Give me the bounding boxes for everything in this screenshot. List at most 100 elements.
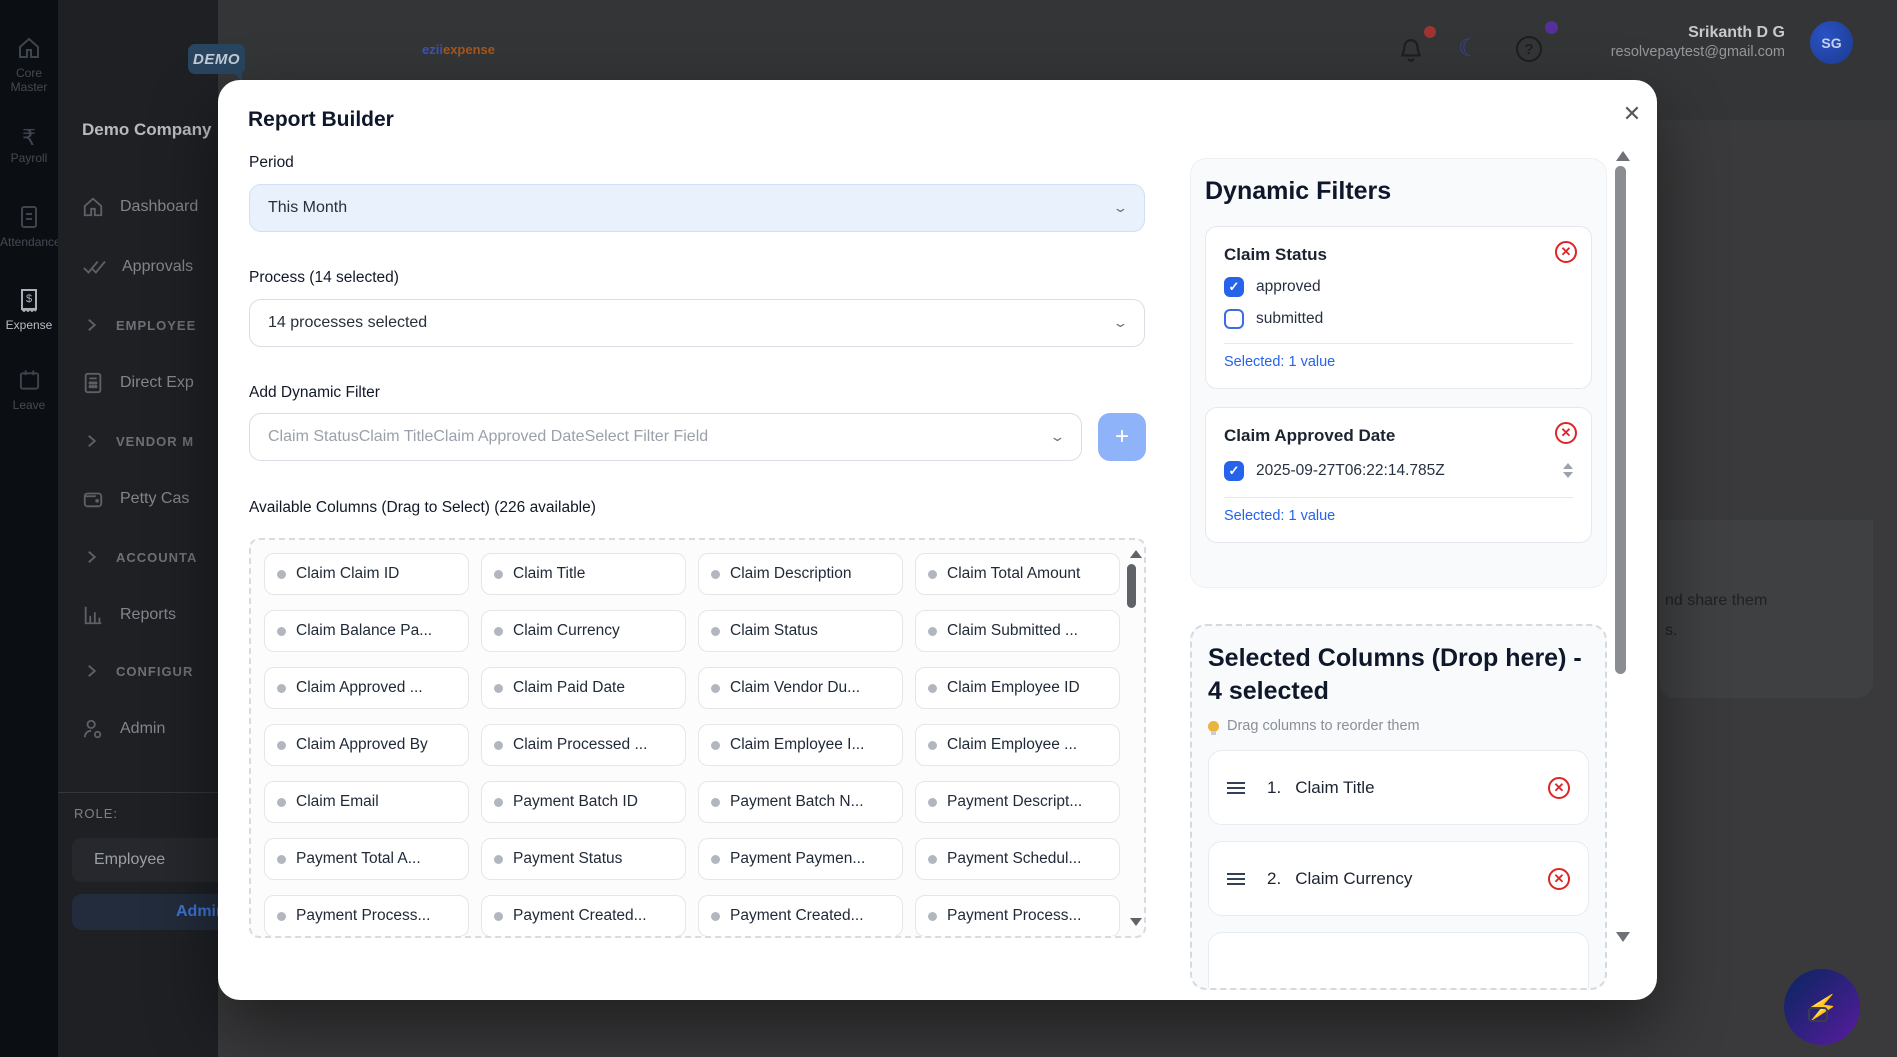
process-label: Process (14 selected) [249, 269, 399, 287]
modal-scrollbar-thumb[interactable] [1615, 166, 1626, 674]
remove-column-icon[interactable]: ✕ [1548, 777, 1570, 799]
sidebar-group-configur[interactable]: CONFIGUR [82, 662, 218, 680]
remove-column-icon[interactable]: ✕ [1548, 868, 1570, 890]
column-chip[interactable]: Claim Processed ... [481, 724, 686, 766]
column-chip[interactable]: Claim Submitted ... [915, 610, 1120, 652]
column-chip[interactable]: Payment Process... [264, 895, 469, 937]
column-chip[interactable]: Claim Vendor Du... [698, 667, 903, 709]
column-chip[interactable]: Claim Total Amount [915, 553, 1120, 595]
column-chip-label: Claim Title [513, 565, 585, 583]
available-columns-label: Available Columns (Drag to Select) (226 … [249, 499, 596, 517]
drag-dot-icon [494, 741, 503, 750]
remove-filter-icon[interactable]: ✕ [1555, 422, 1577, 444]
rail-item-leave[interactable]: Leave [0, 368, 58, 412]
filter-option-label: approved [1256, 278, 1321, 296]
column-chip[interactable]: Payment Created... [481, 895, 686, 937]
column-chip-label: Payment Descript... [947, 793, 1082, 811]
avatar[interactable]: SG [1810, 21, 1853, 64]
grid-scroll-down-icon[interactable] [1130, 918, 1142, 932]
help-icon[interactable]: ? [1516, 36, 1542, 62]
chevron-right-icon [82, 548, 100, 566]
remove-filter-icon[interactable]: ✕ [1555, 241, 1577, 263]
selected-column-item[interactable]: 1. Claim Title ✕ [1208, 750, 1589, 825]
drag-handle-icon[interactable] [1227, 779, 1245, 797]
rail-item-attendance[interactable]: Attendance [0, 205, 58, 249]
selected-column-item[interactable]: 2. Claim Currency ✕ [1208, 841, 1589, 916]
double-check-icon [82, 256, 106, 278]
column-chip[interactable]: Claim Description [698, 553, 903, 595]
column-chip[interactable]: Claim Status [698, 610, 903, 652]
dynamic-filter-select[interactable]: Claim StatusClaim TitleClaim Approved Da… [249, 413, 1082, 461]
logo-ezii: ezii [422, 42, 443, 57]
rail-item-payroll[interactable]: ₹ Payroll [0, 125, 58, 165]
column-chip[interactable]: Payment Total A... [264, 838, 469, 880]
column-chip[interactable]: Payment Created... [698, 895, 903, 937]
selected-columns-panel: Selected Columns (Drop here) - 4 selecte… [1190, 624, 1607, 990]
selected-count: Selected: 1 value [1224, 354, 1573, 370]
process-select[interactable]: 14 processes selected ⌄ [249, 299, 1145, 347]
sidebar-group-accounta[interactable]: ACCOUNTA [82, 548, 218, 566]
grid-scrollbar-thumb[interactable] [1127, 564, 1136, 608]
sidebar-item-approvals[interactable]: Approvals [82, 256, 218, 278]
sort-arrows-icon[interactable] [1563, 458, 1573, 483]
filter-option-date[interactable]: ✓ 2025-09-27T06:22:14.785Z [1224, 458, 1573, 483]
close-icon[interactable]: ✕ [1616, 98, 1648, 130]
checkbox-checked-icon[interactable]: ✓ [1224, 461, 1244, 481]
divider [1224, 343, 1573, 344]
sidebar-item-reports[interactable]: Reports [82, 604, 218, 626]
column-chip[interactable]: Claim Approved ... [264, 667, 469, 709]
sidebar-item-direct-expense[interactable]: Direct Exp [82, 372, 218, 394]
column-chip-label: Claim Total Amount [947, 565, 1080, 583]
column-chip[interactable]: Claim Approved By [264, 724, 469, 766]
column-chip[interactable]: Claim Balance Pa... [264, 610, 469, 652]
modal-scroll-down-icon[interactable] [1616, 932, 1630, 949]
filter-option-approved[interactable]: ✓ approved [1224, 277, 1573, 297]
checkbox-checked-icon[interactable]: ✓ [1224, 277, 1244, 297]
column-chip[interactable]: Payment Schedul... [915, 838, 1120, 880]
column-chip[interactable]: Claim Paid Date [481, 667, 686, 709]
selected-column-label: Claim Title [1295, 778, 1374, 798]
sidebar-item-dashboard[interactable]: Dashboard [82, 196, 218, 218]
column-chip[interactable]: Claim Currency [481, 610, 686, 652]
column-chip-label: Claim Claim ID [296, 565, 399, 583]
drag-dot-icon [494, 570, 503, 579]
column-chip-label: Payment Batch N... [730, 793, 864, 811]
period-select[interactable]: This Month ⌄ [249, 184, 1145, 232]
dark-mode-icon[interactable]: ☾ [1458, 34, 1480, 63]
rail-item-label: Payroll [0, 151, 58, 165]
drag-dot-icon [494, 627, 503, 636]
column-chip[interactable]: Claim Title [481, 553, 686, 595]
drag-handle-icon[interactable] [1227, 870, 1245, 888]
column-chip[interactable]: Payment Batch N... [698, 781, 903, 823]
column-chip[interactable]: Payment Paymen... [698, 838, 903, 880]
drag-dot-icon [494, 798, 503, 807]
grid-scroll-up-icon[interactable] [1130, 544, 1142, 558]
column-chip[interactable]: Claim Claim ID [264, 553, 469, 595]
filter-option-submitted[interactable]: submitted [1224, 309, 1573, 329]
column-chip-label: Claim Employee ID [947, 679, 1080, 697]
add-filter-button[interactable]: + [1098, 413, 1146, 461]
chevron-down-icon: ⌄ [1112, 315, 1128, 331]
notifications-bell-icon[interactable] [1398, 36, 1424, 69]
column-chip[interactable]: Payment Status [481, 838, 686, 880]
modal-scroll-up-icon[interactable] [1616, 144, 1630, 161]
rail-item-expense[interactable]: $ Expense [0, 288, 58, 332]
sidebar-item-admin[interactable]: Admin [82, 718, 218, 740]
column-chip[interactable]: Payment Process... [915, 895, 1120, 937]
column-chip[interactable]: Payment Batch ID [481, 781, 686, 823]
column-chip[interactable]: Claim Email [264, 781, 469, 823]
column-chip[interactable]: Claim Employee I... [698, 724, 903, 766]
sidebar-item-petty-cash[interactable]: Petty Cas [82, 488, 218, 510]
selected-column-item-partial[interactable] [1208, 932, 1589, 990]
column-chip-label: Payment Created... [513, 907, 647, 925]
sidebar-group-vendor[interactable]: VENDOR M [82, 432, 218, 450]
drag-dot-icon [928, 684, 937, 693]
column-chip[interactable]: Claim Employee ... [915, 724, 1120, 766]
rail-item-core-master[interactable]: Core Master [0, 36, 58, 94]
assistant-fab-button[interactable]: ⚡ [1784, 969, 1860, 1045]
checkbox-unchecked-icon[interactable] [1224, 309, 1244, 329]
rail-item-label: Attendance [0, 235, 58, 249]
column-chip[interactable]: Claim Employee ID [915, 667, 1120, 709]
sidebar-group-employee[interactable]: EMPLOYEE [82, 316, 218, 334]
column-chip[interactable]: Payment Descript... [915, 781, 1120, 823]
